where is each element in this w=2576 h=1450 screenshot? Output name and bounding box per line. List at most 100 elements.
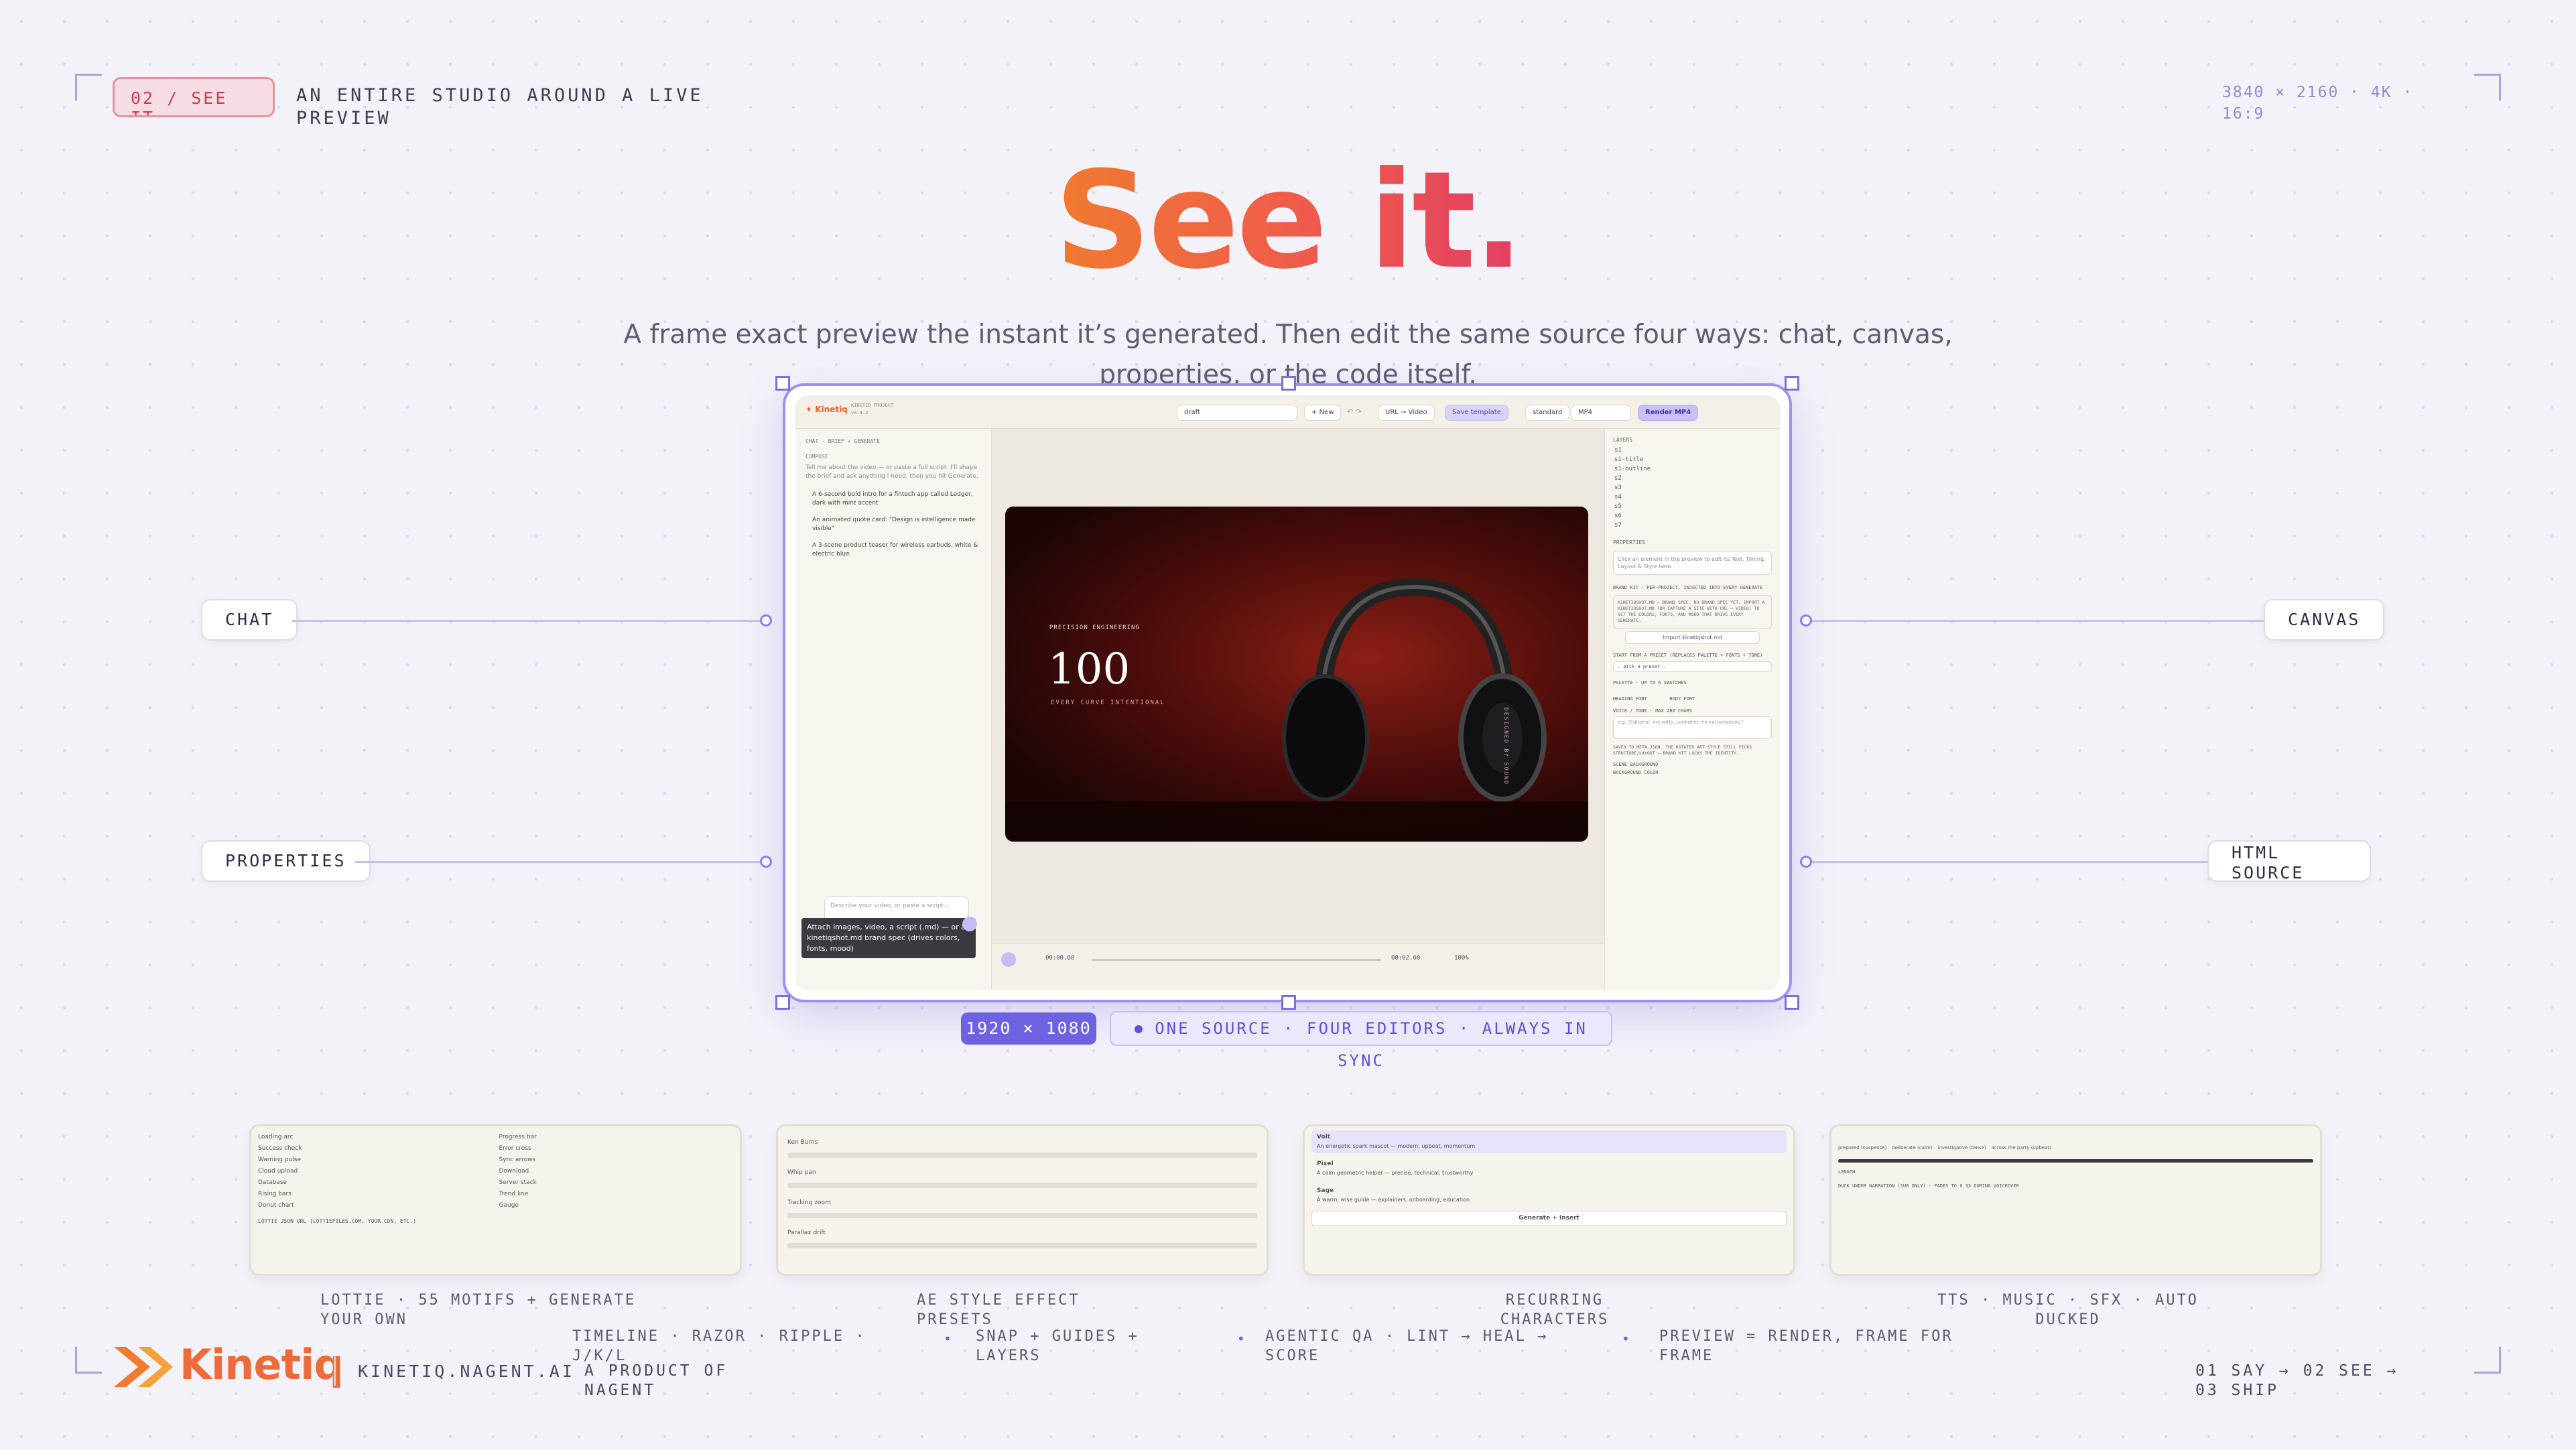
layer-item[interactable]: s1-title	[1605, 455, 1780, 464]
layer-item[interactable]: s7	[1605, 521, 1780, 530]
audio-option[interactable]: prepared (suspense)	[1838, 1144, 1886, 1152]
preset-select[interactable]: — pick a preset —	[1613, 661, 1772, 672]
scene-bg-label: SCENE BACKGROUND	[1613, 762, 1659, 767]
resolution-label: 3840 × 2160 · 4K · 16:9	[2222, 84, 2414, 123]
resize-handle[interactable]	[1785, 995, 1799, 1010]
character-desc: A calm geometric helper — precise, techn…	[1317, 1170, 1474, 1176]
voice-input[interactable]: e.g. "Editorial, dry-witty, confident, n…	[1613, 716, 1772, 739]
audio-option[interactable]: deliberate (calm)	[1892, 1144, 1932, 1152]
callout-canvas: CANVAS	[2264, 599, 2385, 641]
layer-item[interactable]: s5	[1605, 502, 1780, 511]
resize-handle[interactable]	[1281, 376, 1296, 391]
characters-thumbnail: Volt An energetic spark mascot — modern, …	[1303, 1124, 1795, 1276]
suggestion-item[interactable]: An animated quote card: "Design is intel…	[795, 508, 991, 533]
effects-thumbnail: Ken Burns Whip pan Tracking zoom Paralla…	[776, 1124, 1269, 1276]
list-item: Rising bars	[258, 1191, 292, 1197]
save-template-button[interactable]: Save template	[1445, 405, 1508, 421]
app-toolbar: ✦ Kinetiq KINETIQ PROJECT v0.4.2 draft + …	[795, 395, 1780, 429]
resize-handle[interactable]	[1785, 376, 1799, 391]
footer-site-link[interactable]: KINETIQ.NAGENT.AI	[358, 1362, 575, 1381]
video-number: 100	[1048, 645, 1131, 694]
caption: AE STYLE EFFECT PRESETS	[917, 1292, 1080, 1328]
brand-spec-note: KINETIQSHOT.MD — BRAND SPEC. NO BRAND SP…	[1613, 595, 1772, 629]
chat-breadcrumb: CHAT · BRIEF + GENERATE	[806, 438, 880, 444]
zoom-level[interactable]: 100%	[1454, 955, 1469, 962]
suggestion-item[interactable]: A 6-second bold intro for a fintech app …	[795, 485, 991, 508]
compose-heading: COMPOSE	[806, 454, 828, 460]
new-button[interactable]: + New	[1304, 405, 1342, 421]
list-item: Error cross	[499, 1145, 531, 1152]
feature-item: AGENTIC QA · LINT → HEAL → SCORE	[1265, 1328, 1549, 1364]
format-select[interactable]: MP4	[1571, 405, 1631, 421]
resolution-pill: 1920 × 1080	[961, 1012, 1096, 1045]
caption: RECURRING CHARACTERS	[1500, 1292, 1610, 1328]
resize-handle[interactable]	[775, 376, 790, 391]
bullet-icon: •	[1237, 1331, 1245, 1347]
lottie-thumbnail: Loading arc Progress bar Success check Err…	[249, 1124, 742, 1276]
doc-name-field[interactable]: draft	[1177, 405, 1297, 421]
lottie-url-label: LOTTIE JSON URL (LOTTIEFILES.COM, YOUR C…	[258, 1218, 417, 1224]
audio-option[interactable]: investigative (tense)	[1937, 1144, 1986, 1152]
connector-dot	[760, 856, 772, 868]
connector-dot	[1800, 856, 1812, 868]
quality-select[interactable]: standard	[1525, 405, 1570, 421]
video-tagline: EVERY CURVE INTENTIONAL	[1051, 700, 1165, 706]
connector-dot	[760, 614, 772, 627]
voice-label: VOICE / TONE · MAX 280 CHARS	[1613, 708, 1693, 714]
character-desc: A warm, wise guide — explainers, onboard…	[1317, 1197, 1470, 1203]
layer-item[interactable]: s6	[1605, 511, 1780, 521]
duck-option[interactable]: DUCK UNDER NARRATION (SUR ONLY) · FADES …	[1831, 1179, 2320, 1193]
import-brand-button[interactable]: Import kinetiqshot.md	[1625, 631, 1760, 644]
callout-html-source: HTML SOURCE	[2207, 840, 2371, 882]
suggestion-item[interactable]: A 3-scene product teaser for wireless ea…	[795, 533, 991, 559]
length-label: LENGTH	[1838, 1169, 1856, 1175]
scrubber[interactable]	[1092, 959, 1380, 961]
list-item: Whip pan	[787, 1169, 816, 1176]
font-labels: HEADING FONT BODY FONT	[1613, 696, 1695, 702]
video-vertical-text: DESIGNED BY SOUND	[1503, 708, 1509, 785]
preview-canvas[interactable]: PRECISION ENGINEERING 100 EVERY CURVE IN…	[992, 429, 1604, 943]
chat-intro: Tell me about the video — or paste a ful…	[806, 464, 978, 480]
page-title: See it.	[1054, 143, 1524, 299]
bg-color-label: BACKGROUND COLOR	[1613, 770, 1659, 775]
current-time: 00:00.00	[1045, 955, 1075, 962]
resize-handle[interactable]	[775, 995, 790, 1010]
list-item: Loading arc	[258, 1134, 294, 1140]
connector-line	[1809, 620, 2264, 622]
sync-pill: ONE SOURCE · FOUR EDITORS · ALWAYS IN SY…	[1110, 1011, 1612, 1070]
layer-item[interactable]: s4	[1605, 492, 1780, 502]
layer-item[interactable]: s1-outline	[1605, 464, 1780, 474]
feature-item: PREVIEW = RENDER, FRAME FOR FRAME	[1659, 1328, 1953, 1364]
connector-line	[355, 861, 767, 863]
studio-app: ✦ Kinetiq KINETIQ PROJECT v0.4.2 draft + …	[795, 395, 1780, 990]
layer-item[interactable]: s2	[1605, 474, 1780, 483]
frame-corner	[75, 1347, 102, 1374]
footer-divider	[334, 1356, 336, 1386]
layer-item[interactable]: s3	[1605, 483, 1780, 492]
render-button[interactable]: Render MP4	[1638, 405, 1699, 421]
character-name: Volt	[1317, 1134, 1331, 1140]
preset-label: START FROM A PRESET (REPLACES PALETTE + …	[1613, 653, 1763, 658]
connector-line	[1809, 861, 2207, 863]
connector-line	[292, 620, 767, 622]
saved-note: SAVED TO META.JSON. THE ROTATED ART STYL…	[1613, 744, 1752, 756]
character-name: Pixel	[1317, 1161, 1334, 1167]
url-to-video-button[interactable]: URL → Video	[1378, 405, 1435, 421]
resize-handle[interactable]	[1281, 995, 1296, 1010]
send-icon[interactable]	[962, 917, 977, 931]
layer-item[interactable]: s1	[1605, 446, 1780, 455]
undo-redo-icon[interactable]: ↶ ↷	[1347, 407, 1362, 416]
list-item: Ken Burns	[787, 1139, 818, 1146]
feature-item: SNAP + GUIDES + LAYERS	[976, 1328, 1139, 1364]
audio-option[interactable]: across the party (upbeat)	[1992, 1144, 2051, 1152]
properties-hint: Click an element in the preview to edit …	[1613, 551, 1772, 575]
video-frame[interactable]: PRECISION ENGINEERING 100 EVERY CURVE IN…	[1005, 507, 1588, 842]
volume-slider[interactable]	[1838, 1159, 2313, 1163]
generate-insert-button[interactable]: Generate + Insert	[1311, 1211, 1787, 1226]
project-label: KINETIQ PROJECT v0.4.2	[851, 403, 894, 415]
caption: TTS · MUSIC · SFX · AUTO DUCKED	[1937, 1292, 2199, 1328]
connector-dot	[1800, 614, 1812, 627]
footer-flow: 01 SAY → 02 SEE → 03 SHIP	[2195, 1362, 2399, 1399]
list-item: Success check	[258, 1145, 302, 1152]
play-icon[interactable]	[1001, 952, 1016, 967]
